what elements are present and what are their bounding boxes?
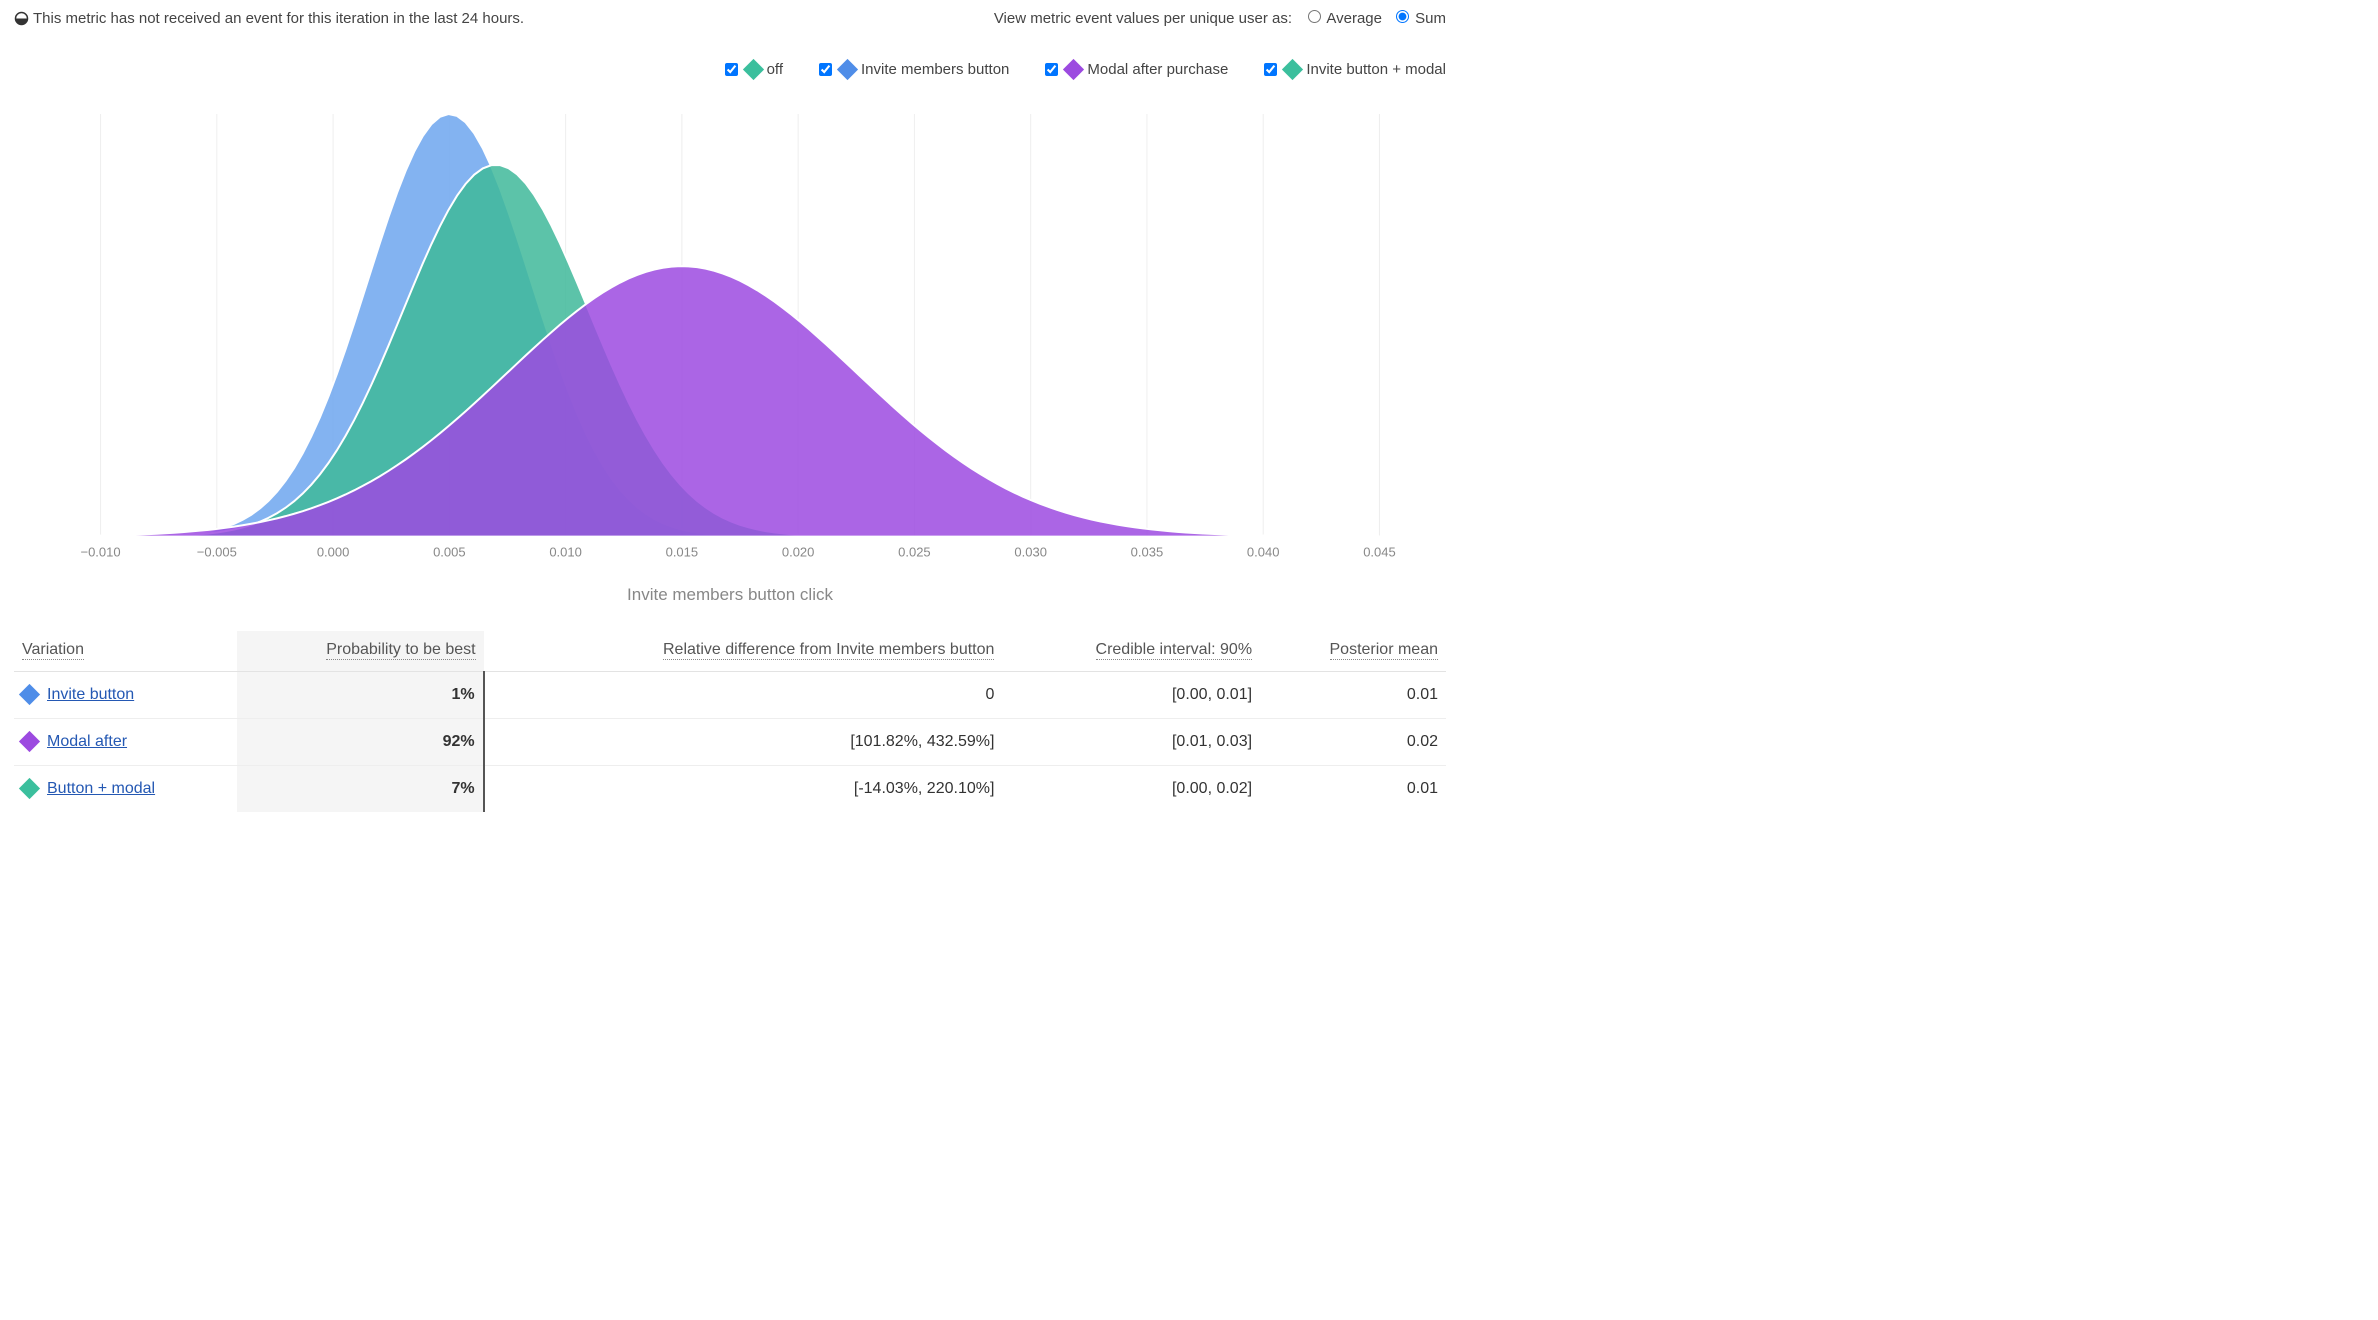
chart-x-axis-label: Invite members button click [14,585,1446,605]
legend-item-modal-after-purchase[interactable]: Modal after purchase [1045,61,1228,78]
view-as-toggle: View metric event values per unique user… [994,10,1446,27]
posterior-chart: −0.010 −0.005 0.000 0.005 0.010 0.015 0.020 0.0… [14,104,1446,605]
cell-prob-best: 92% [237,718,484,765]
view-as-option-average[interactable]: Average [1300,10,1382,27]
svg-text:0.000: 0.000 [317,545,350,560]
posterior-chart-svg: −0.010 −0.005 0.000 0.005 0.010 0.015 0.020 0.0… [14,104,1446,575]
diamond-icon [19,731,40,752]
legend-checkbox-invite-button-modal[interactable] [1264,63,1277,76]
svg-text:0.045: 0.045 [1363,545,1396,560]
col-header-variation-label: Variation [22,641,84,660]
view-as-radio-sum[interactable] [1396,10,1409,23]
col-header-variation: Variation [14,631,237,672]
legend-checkbox-invite-members-button[interactable] [819,63,832,76]
cell-variation: Modal after [14,718,237,765]
chart-legend: off Invite members button Modal after pu… [14,61,1446,78]
col-header-cred-int: Credible interval: 90% [1002,631,1260,672]
view-as-option-average-label: Average [1326,10,1382,27]
diamond-icon [1063,59,1084,80]
cell-prob-best: 1% [237,671,484,718]
results-table: Variation Probability to be best Relativ… [14,631,1446,812]
col-header-post-mean: Posterior mean [1260,631,1446,672]
svg-text:0.035: 0.035 [1131,545,1164,560]
cell-post-mean: 0.02 [1260,718,1446,765]
view-as-option-sum[interactable]: Sum [1388,10,1446,27]
col-header-prob-best-label: Probability to be best [326,641,475,660]
view-as-option-sum-label: Sum [1415,10,1446,27]
metric-stale-warning: This metric has not received an event fo… [14,10,524,27]
svg-text:0.005: 0.005 [433,545,466,560]
variation-link[interactable]: Modal after [47,733,127,751]
diamond-icon [19,778,40,799]
legend-label: Invite button + modal [1306,61,1446,78]
cell-variation: Button + modal [14,765,237,812]
svg-text:0.015: 0.015 [666,545,699,560]
svg-text:−0.005: −0.005 [197,545,237,560]
svg-text:−0.010: −0.010 [81,545,121,560]
legend-label: Invite members button [861,61,1009,78]
cell-variation: Invite button [14,671,237,718]
cell-cred-int: [0.00, 0.02] [1002,765,1260,812]
diamond-icon [837,59,858,80]
svg-text:0.040: 0.040 [1247,545,1280,560]
legend-item-off[interactable]: off [725,61,783,78]
view-as-radio-average[interactable] [1308,10,1321,23]
half-circle-icon [14,11,29,26]
variation-link[interactable]: Invite button [47,686,134,704]
metric-stale-warning-text: This metric has not received an event fo… [33,10,524,27]
legend-item-invite-members-button[interactable]: Invite members button [819,61,1009,78]
table-row: Invite button 1%0[0.00, 0.01]0.01 [14,671,1446,718]
svg-text:0.025: 0.025 [898,545,931,560]
diamond-icon [1282,59,1303,80]
variation-link[interactable]: Button + modal [47,780,155,798]
legend-checkbox-modal-after-purchase[interactable] [1045,63,1058,76]
col-header-post-mean-label: Posterior mean [1330,641,1439,660]
svg-text:0.020: 0.020 [782,545,815,560]
table-row: Button + modal 7%[-14.03%, 220.10%][0.00,… [14,765,1446,812]
cell-post-mean: 0.01 [1260,765,1446,812]
cell-cred-int: [0.01, 0.03] [1002,718,1260,765]
svg-text:0.010: 0.010 [549,545,582,560]
col-header-rel-diff: Relative difference from Invite members … [484,631,1003,672]
legend-label: Modal after purchase [1087,61,1228,78]
legend-item-invite-button-modal[interactable]: Invite button + modal [1264,61,1446,78]
diamond-icon [742,59,763,80]
legend-checkbox-off[interactable] [725,63,738,76]
cell-rel-diff: [101.82%, 432.59%] [484,718,1003,765]
cell-rel-diff: [-14.03%, 220.10%] [484,765,1003,812]
col-header-rel-diff-label: Relative difference from Invite members … [663,641,994,660]
cell-prob-best: 7% [237,765,484,812]
cell-rel-diff: 0 [484,671,1003,718]
svg-text:0.030: 0.030 [1014,545,1047,560]
diamond-icon [19,684,40,705]
table-row: Modal after 92%[101.82%, 432.59%][0.01, 0… [14,718,1446,765]
col-header-prob-best: Probability to be best [237,631,484,672]
view-as-label: View metric event values per unique user… [994,10,1292,27]
col-header-cred-int-label: Credible interval: 90% [1096,641,1253,660]
cell-cred-int: [0.00, 0.01] [1002,671,1260,718]
legend-label: off [767,61,783,78]
cell-post-mean: 0.01 [1260,671,1446,718]
